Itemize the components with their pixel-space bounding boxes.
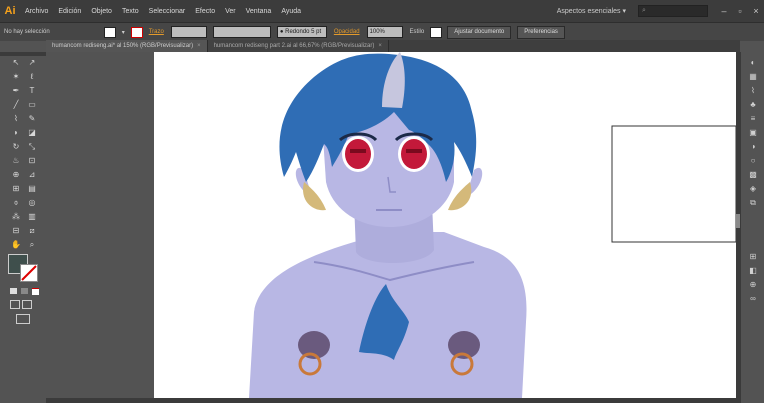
- tools-panel: ↖ ↗ ✶ ℓ ✒ T ╱ ▭ ⌇ ✎ ◗ ◪ ↻ ⤡ ♨ ⊡ ⊕ ⊿ ⊞ ▤ …: [0, 52, 47, 403]
- variable-width-field[interactable]: [212, 26, 271, 38]
- free-transform-icon[interactable]: ⊡: [26, 156, 38, 166]
- status-bar: [46, 398, 740, 403]
- hand-icon[interactable]: ✋: [10, 240, 22, 250]
- preferences-button[interactable]: Preferencias: [517, 25, 565, 39]
- chevron-down-icon[interactable]: ▾: [122, 29, 125, 36]
- minimize-button[interactable]: –: [716, 6, 732, 16]
- rotate-icon[interactable]: ↻: [10, 142, 22, 152]
- menu-archivo[interactable]: Archivo: [25, 8, 48, 15]
- pen-icon[interactable]: ✒: [10, 86, 22, 96]
- lasso-icon[interactable]: ℓ: [26, 72, 38, 82]
- stroke-color-swatch[interactable]: [20, 264, 38, 282]
- close-button[interactable]: ×: [748, 6, 764, 16]
- menu-texto[interactable]: Texto: [122, 8, 139, 15]
- type-icon[interactable]: T: [26, 86, 38, 96]
- mesh-icon[interactable]: ⊞: [10, 184, 22, 194]
- shape-builder-icon[interactable]: ⊕: [10, 170, 22, 180]
- screen-mode-icon[interactable]: [16, 314, 30, 324]
- appearance-panel-icon[interactable]: ○: [747, 156, 759, 166]
- graphic-styles-panel-icon[interactable]: ▩: [747, 170, 759, 180]
- layers-panel-icon[interactable]: ◈: [747, 184, 759, 194]
- opacity-field[interactable]: 100%: [366, 26, 403, 38]
- direct-selection-icon[interactable]: ↗: [26, 58, 38, 68]
- brush-icon[interactable]: ⌇: [10, 114, 22, 124]
- fill-swatch[interactable]: [103, 26, 116, 38]
- menu-bar: Ai Archivo Edición Objeto Texto Seleccio…: [0, 0, 764, 22]
- blend-icon[interactable]: ◎: [26, 198, 38, 208]
- stroke-weight-field[interactable]: [170, 26, 207, 38]
- search-icon: ⌕: [642, 7, 646, 14]
- tab-label: humancom rediseng part 2.ai al 66,67% (R…: [213, 43, 375, 49]
- panels-dock: ◐ ▦ ⌇ ♣ ≡ ▣ ◑ ○ ▩ ◈ ⧉ ⊞ ◧ ⊕ ∞: [740, 52, 764, 403]
- transform-panel-icon[interactable]: ⊕: [747, 280, 759, 290]
- gradient-icon[interactable]: ▤: [26, 184, 38, 194]
- app-logo: Ai: [4, 5, 16, 17]
- tab-document-2[interactable]: humancom rediseng part 2.ai al 66,67% (R…: [207, 40, 389, 52]
- draw-behind-icon[interactable]: [22, 300, 32, 309]
- menu-ver[interactable]: Ver: [225, 8, 236, 15]
- menu-ventana[interactable]: Ventana: [246, 8, 272, 15]
- symbol-sprayer-icon[interactable]: ⁂: [10, 212, 22, 222]
- gradient-mode-icon[interactable]: [21, 288, 28, 294]
- opacity-label[interactable]: Opacidad: [334, 29, 360, 35]
- scale-icon[interactable]: ⤡: [26, 142, 38, 152]
- selection-status: No hay selección: [4, 29, 50, 35]
- style-label: Estilo: [409, 29, 425, 35]
- perspective-icon[interactable]: ⊿: [26, 170, 38, 180]
- selection-icon[interactable]: ↖: [10, 58, 22, 68]
- character-illustration: [249, 52, 736, 398]
- close-icon[interactable]: ×: [197, 43, 201, 49]
- symbols-panel-icon[interactable]: ♣: [747, 100, 759, 110]
- maximize-button[interactable]: ▫: [732, 6, 748, 16]
- no-color-icon: [21, 265, 37, 281]
- eraser-icon[interactable]: ◪: [26, 128, 38, 138]
- artboard-icon[interactable]: ⊟: [10, 226, 22, 236]
- artboards-panel-icon[interactable]: ⧉: [747, 198, 759, 208]
- align-panel-icon[interactable]: ⊞: [747, 252, 759, 262]
- menu-ayuda[interactable]: Ayuda: [281, 8, 301, 15]
- close-icon[interactable]: ×: [378, 43, 382, 49]
- brushes-panel-icon[interactable]: ⌇: [747, 86, 759, 96]
- artboard[interactable]: [154, 52, 736, 398]
- zoom-icon[interactable]: ⌕: [26, 240, 38, 250]
- style-swatch[interactable]: [430, 26, 443, 38]
- control-bar: No hay selección ▾ Trazo ● Redondo 5 pt …: [0, 22, 764, 41]
- line-icon[interactable]: ╱: [10, 100, 22, 110]
- transparency-panel-icon[interactable]: ◑: [747, 142, 759, 152]
- menu-edicion[interactable]: Edición: [58, 8, 81, 15]
- document-tabs: humancom rediseng.ai* al 150% (RGB/Previ…: [46, 40, 740, 52]
- rectangle-icon[interactable]: ▭: [26, 100, 38, 110]
- none-mode-icon[interactable]: [32, 288, 39, 295]
- document-setup-button[interactable]: Ajustar documento: [447, 25, 512, 39]
- panel-header: [0, 52, 46, 56]
- swatches-panel-icon[interactable]: ▦: [747, 72, 759, 82]
- eyedropper-icon[interactable]: ⌽: [10, 198, 22, 208]
- pathfinder-panel-icon[interactable]: ◧: [747, 266, 759, 276]
- draw-mode-icon[interactable]: [10, 300, 20, 309]
- color-mode-icon[interactable]: [10, 288, 17, 294]
- brush-definition-field[interactable]: ● Redondo 5 pt: [276, 26, 327, 38]
- tab-label: humancom rediseng.ai* al 150% (RGB/Previ…: [52, 43, 194, 49]
- stroke-label[interactable]: Trazo: [149, 29, 164, 35]
- pencil-icon[interactable]: ✎: [26, 114, 38, 124]
- menu-efecto[interactable]: Efecto: [195, 8, 215, 15]
- help-search-input[interactable]: ⌕: [638, 5, 708, 17]
- links-panel-icon[interactable]: ∞: [747, 294, 759, 304]
- menu-objeto[interactable]: Objeto: [91, 8, 112, 15]
- graph-icon[interactable]: ▥: [26, 212, 38, 222]
- gradient-panel-icon[interactable]: ▣: [747, 128, 759, 138]
- menu-seleccionar[interactable]: Seleccionar: [149, 8, 186, 15]
- workspace-switcher[interactable]: Aspectos esenciales ▾: [557, 7, 626, 15]
- slice-icon[interactable]: ⧄: [26, 226, 38, 236]
- blob-brush-icon[interactable]: ◗: [10, 128, 22, 138]
- color-panel-icon[interactable]: ◐: [747, 58, 759, 68]
- tab-document-1[interactable]: humancom rediseng.ai* al 150% (RGB/Previ…: [46, 40, 208, 52]
- stroke-swatch[interactable]: [130, 26, 143, 38]
- warp-icon[interactable]: ♨: [10, 156, 22, 166]
- magic-wand-icon[interactable]: ✶: [10, 72, 22, 82]
- stroke-panel-icon[interactable]: ≡: [747, 114, 759, 124]
